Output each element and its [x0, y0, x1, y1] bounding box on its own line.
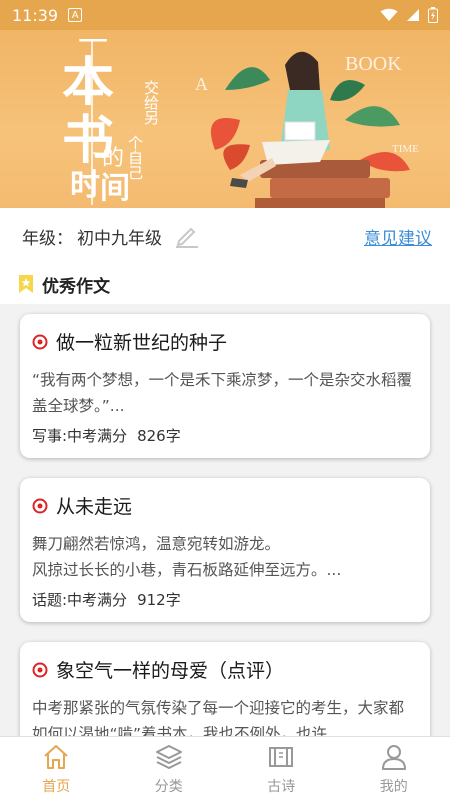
banner-deco-book: BOOK — [345, 53, 402, 75]
article-feed[interactable]: 做一粒新世纪的种子 “我有两个梦想，一个是禾下乘凉梦，一个是杂交水稻覆盖全球梦。… — [0, 304, 450, 736]
article-title: 做一粒新世纪的种子 — [56, 332, 228, 354]
bookmark-star-icon — [19, 275, 33, 293]
status-time: 11:39 — [12, 5, 59, 25]
banner-title-char: 本 — [62, 54, 114, 112]
banner-title-char: 的 — [102, 145, 124, 170]
feedback-link[interactable]: 意见建议 — [364, 224, 432, 249]
target-icon — [32, 662, 48, 677]
banner-deco-time: TIME — [392, 143, 419, 155]
article-excerpt: 中考那紧张的气氛传染了每一个迎接它的考生，大家都如何以渴地“啃”着书本，我也不例… — [32, 699, 405, 736]
article-title: 从未走远 — [56, 496, 133, 518]
article-card[interactable]: 从未走远 舞刀翩然若惊鸿，温意宛转如游龙。 风掠过长长的小巷，青石板路延伸至远方… — [20, 478, 430, 622]
banner-illustration: 一 本 书 的 时 间 交给另 个自己 A BOOK TIME — [62, 30, 419, 208]
section-header: 优秀作文 — [0, 264, 450, 304]
article-meta: 话题:中考满分 912字 — [32, 589, 416, 610]
home-icon — [44, 745, 68, 769]
article-meta: 写事:中考满分 826字 — [32, 425, 416, 446]
nav-home-label: 首页 — [42, 779, 71, 795]
nav-poetry-label: 古诗 — [267, 779, 296, 795]
banner-image[interactable]: 一 本 书 的 时 间 交给另 个自己 A BOOK TIME — [0, 30, 450, 208]
card-title-row: 从未走远 — [32, 492, 416, 519]
card-title-row: 象空气一样的母爱（点评） — [32, 656, 416, 683]
nav-mine-label: 我的 — [379, 779, 408, 795]
nav-category-label: 分类 — [154, 779, 183, 795]
banner-deco-a: A — [195, 74, 208, 94]
article-word-count: 912字 — [137, 591, 181, 609]
signal-icon — [407, 9, 419, 21]
article-category: 写事:中考满分 — [32, 427, 128, 445]
nav-category[interactable]: 分类 — [113, 737, 226, 801]
grade-label: 年级： — [22, 228, 73, 249]
article-card[interactable]: 象空气一样的母爱（点评） 中考那紧张的气氛传染了每一个迎接它的考生，大家都如何以… — [20, 642, 430, 736]
article-word-count: 826字 — [137, 427, 181, 445]
target-icon — [32, 334, 48, 349]
banner-subtitle-1: 交给另 — [142, 79, 159, 126]
article-excerpt: “我有两个梦想，一个是禾下乘凉梦，一个是杂交水稻覆盖全球梦。”... — [32, 371, 413, 415]
nav-mine[interactable]: 我的 — [338, 737, 450, 801]
status-bar: 11:39 A — [0, 0, 450, 30]
target-icon — [32, 498, 48, 513]
layers-icon — [155, 745, 182, 769]
nav-home[interactable]: 首页 — [0, 737, 113, 801]
user-icon — [381, 745, 406, 770]
status-icons — [380, 7, 438, 23]
section-title: 优秀作文 — [42, 276, 110, 297]
article-category: 话题:中考满分 — [32, 591, 128, 609]
notification-icon: A — [68, 8, 83, 22]
article-excerpt: 舞刀翩然若惊鸿，温意宛转如游龙。 风掠过长长的小巷，青石板路延伸至远方。... — [32, 535, 342, 579]
scroll-icon — [269, 747, 294, 767]
grade-value[interactable]: 初中九年级 — [77, 224, 162, 249]
article-card[interactable]: 做一粒新世纪的种子 “我有两个梦想，一个是禾下乘凉梦，一个是杂交水稻覆盖全球梦。… — [20, 314, 430, 458]
article-title: 象空气一样的母爱（点评） — [56, 660, 285, 682]
banner-title-char: 时 — [70, 169, 100, 202]
grade-row: 年级： 初中九年级 意见建议 — [0, 208, 450, 264]
bottom-nav: 首页 分类 古诗 我的 — [0, 736, 450, 801]
battery-icon — [428, 7, 438, 23]
banner-subtitle-2: 个自己 — [126, 135, 143, 180]
card-title-row: 做一粒新世纪的种子 — [32, 328, 416, 355]
nav-poetry[interactable]: 古诗 — [225, 737, 338, 801]
edit-pencil-icon[interactable] — [174, 224, 200, 248]
wifi-icon — [380, 8, 398, 21]
